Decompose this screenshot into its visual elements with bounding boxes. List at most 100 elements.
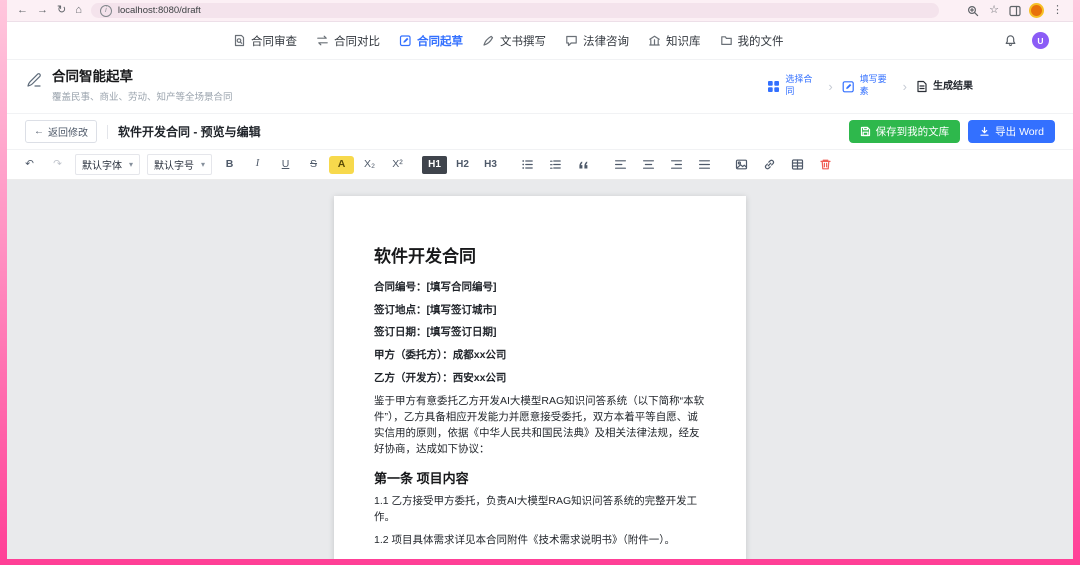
zoom-icon[interactable]	[967, 5, 979, 17]
browser-window: ← → ↻ ⌂ i localhost:8080/draft ☆ ⋮	[7, 0, 1073, 559]
download-icon	[979, 126, 990, 137]
superscript-button[interactable]: X²	[385, 156, 410, 174]
nav-tab-my-files[interactable]: 我的文件	[720, 33, 784, 49]
undo-icon[interactable]: ↶	[17, 156, 42, 174]
pencil-square-icon	[842, 80, 855, 93]
step-label: 选择合同	[785, 74, 819, 97]
nav-tabs: 合同审查 合同对比 合同起草	[233, 33, 784, 49]
align-center-icon[interactable]	[636, 156, 661, 174]
strikethrough-button[interactable]: S	[301, 156, 326, 174]
library-icon	[648, 34, 661, 47]
nav-tab-label: 合同起草	[417, 33, 463, 49]
app-navbar: 合同审查 合同对比 合同起草	[7, 22, 1073, 60]
redo-icon[interactable]: ↷	[45, 156, 70, 174]
user-avatar[interactable]: U	[1032, 32, 1049, 49]
page-title: 合同智能起草	[52, 69, 233, 85]
heading2-button[interactable]: H2	[450, 156, 475, 174]
browser-reload-icon[interactable]: ↻	[57, 5, 66, 16]
document-subheader: ← 返回修改 软件开发合同 - 预览与编辑 保存到我的文库 导出 Word	[7, 113, 1073, 150]
link-icon[interactable]	[757, 156, 782, 174]
doc-paragraph: 1.2 项目具体需求详见本合同附件《技术需求说明书》（附件一）。	[374, 533, 706, 549]
save-to-library-button[interactable]: 保存到我的文库	[849, 120, 961, 143]
grid-icon	[767, 80, 780, 93]
editor-toolbar: ↶ ↷ 默认字体 ▾ 默认字号 ▾ B I U S A X₂ X² H1 H2 …	[7, 150, 1073, 180]
heading1-button[interactable]: H1	[422, 156, 447, 174]
font-family-select[interactable]: 默认字体 ▾	[75, 154, 140, 175]
browser-actions: ☆ ⋮	[967, 5, 1063, 17]
highlight-button[interactable]: A	[329, 156, 354, 174]
address-bar[interactable]: i localhost:8080/draft	[91, 3, 939, 18]
back-button-label: 返回修改	[48, 124, 88, 139]
align-justify-icon[interactable]	[692, 156, 717, 174]
page-header-left: 合同智能起草 覆盖民事、商业、劳动、知产等全场景合同	[25, 69, 233, 103]
document-page[interactable]: 软件开发合同 合同编号：[填写合同编号] 签订地点：[填写签订城市] 签订日期：…	[334, 196, 746, 559]
side-panel-icon[interactable]	[1009, 5, 1021, 17]
nav-tab-contract-compare[interactable]: 合同对比	[316, 33, 380, 49]
caret-down-icon: ▾	[201, 160, 205, 169]
step-label: 生成结果	[933, 80, 973, 93]
doc-meta-line: 甲方（委托方）：成都xx公司	[374, 349, 706, 362]
save-button-label: 保存到我的文库	[876, 124, 950, 139]
export-word-button[interactable]: 导出 Word	[968, 120, 1055, 143]
nav-tab-label: 文书撰写	[500, 33, 546, 49]
bold-button[interactable]: B	[217, 156, 242, 174]
back-arrow-icon: ←	[34, 126, 44, 137]
browser-back-icon[interactable]: ←	[17, 5, 28, 16]
doc-section-heading: 第一条 项目内容	[374, 468, 706, 487]
nav-tab-label: 知识库	[666, 33, 701, 49]
vertical-divider	[107, 125, 108, 139]
underline-button[interactable]: U	[273, 156, 298, 174]
nav-tab-contract-draft[interactable]: 合同起草	[399, 33, 463, 49]
delete-trash-icon[interactable]	[813, 156, 838, 174]
back-to-edit-button[interactable]: ← 返回修改	[25, 120, 97, 143]
browser-profile-avatar[interactable]	[1031, 5, 1042, 16]
navbar-right: U	[1004, 32, 1049, 49]
export-button-label: 导出 Word	[995, 124, 1044, 139]
quote-icon[interactable]	[571, 156, 596, 174]
align-right-icon[interactable]	[664, 156, 689, 174]
document-icon	[916, 80, 928, 93]
compose-icon	[25, 71, 43, 89]
nav-tab-knowledge-base[interactable]: 知识库	[648, 33, 701, 49]
doc-paragraph: 1.1 乙方接受甲方委托，负责AI大模型RAG知识问答系统的完整开发工作。	[374, 494, 706, 526]
step-generate-result[interactable]: 生成结果	[916, 80, 973, 93]
ordered-list-icon[interactable]	[543, 156, 568, 174]
page-header: 合同智能起草 覆盖民事、商业、劳动、知产等全场景合同 选择合同 › 填写要素	[7, 60, 1073, 113]
doc-meta-line: 签订日期：[填写签订日期]	[374, 326, 706, 339]
step-fill-elements[interactable]: 填写要素	[842, 74, 894, 97]
align-left-icon[interactable]	[608, 156, 633, 174]
subscript-button[interactable]: X₂	[357, 156, 382, 174]
document-title-label: 软件开发合同 - 预览与编辑	[118, 123, 261, 140]
bookmark-star-icon[interactable]: ☆	[989, 5, 999, 16]
font-size-select[interactable]: 默认字号 ▾	[147, 154, 212, 175]
nav-tab-contract-review[interactable]: 合同审查	[233, 33, 297, 49]
doc-search-icon	[233, 34, 246, 47]
nav-tab-label: 我的文件	[738, 33, 784, 49]
notification-bell-icon[interactable]	[1004, 34, 1017, 47]
image-icon[interactable]	[729, 156, 754, 174]
nav-tab-legal-consult[interactable]: 法律咨询	[565, 33, 629, 49]
url-text: localhost:8080/draft	[118, 5, 201, 16]
nav-tab-document-writing[interactable]: 文书撰写	[482, 33, 546, 49]
doc-meta-line: 乙方（开发方）：西安xx公司	[374, 372, 706, 385]
browser-toolbar: ← → ↻ ⌂ i localhost:8080/draft ☆ ⋮	[7, 0, 1073, 22]
site-info-icon[interactable]: i	[100, 5, 112, 17]
chevron-right-icon: ›	[903, 80, 907, 93]
italic-button[interactable]: I	[245, 156, 270, 174]
table-icon[interactable]	[785, 156, 810, 174]
edit-pencil-icon	[399, 34, 412, 47]
doc-preamble: 鉴于甲方有意委托乙方开发AI大模型RAG知识问答系统（以下简称“本软件”），乙方…	[374, 394, 706, 457]
bullet-list-icon[interactable]	[515, 156, 540, 174]
page-header-texts: 合同智能起草 覆盖民事、商业、劳动、知产等全场景合同	[52, 69, 233, 103]
browser-home-icon[interactable]: ⌂	[75, 5, 82, 16]
document-actions: 保存到我的文库 导出 Word	[849, 120, 1055, 143]
browser-menu-kebab-icon[interactable]: ⋮	[1052, 5, 1063, 16]
step-select-contract[interactable]: 选择合同	[767, 74, 819, 97]
pen-icon	[482, 34, 495, 47]
browser-forward-icon[interactable]: →	[37, 5, 48, 16]
nav-tab-label: 合同审查	[251, 33, 297, 49]
heading3-button[interactable]: H3	[478, 156, 503, 174]
doc-meta-line: 签订地点：[填写签订城市]	[374, 304, 706, 317]
compare-arrows-icon	[316, 34, 329, 47]
doc-title: 软件开发合同	[374, 242, 706, 267]
